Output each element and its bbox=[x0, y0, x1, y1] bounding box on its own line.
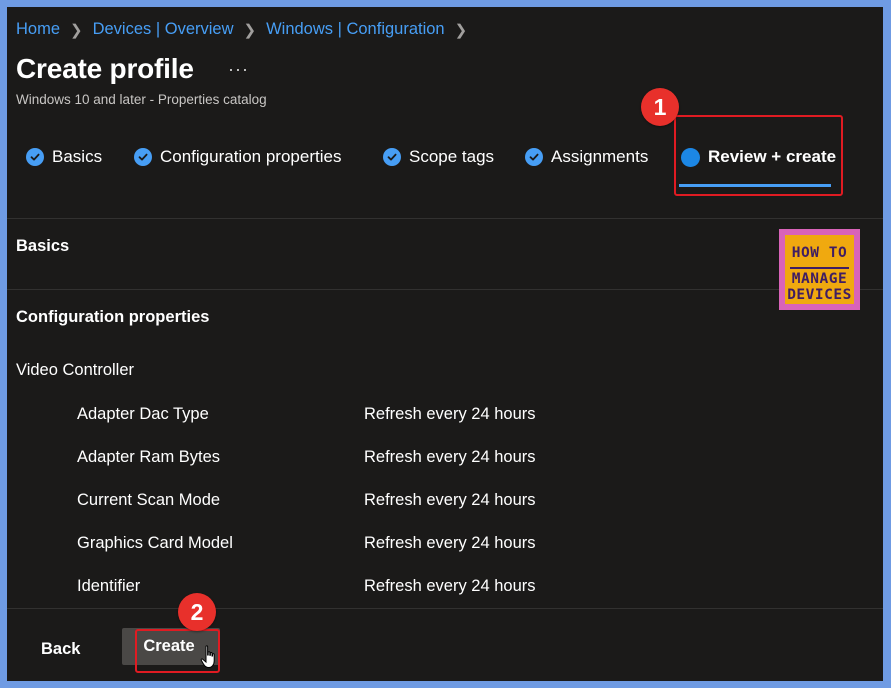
checkmark-icon bbox=[134, 148, 152, 166]
setting-row: Current Scan Mode Refresh every 24 hours bbox=[77, 491, 536, 510]
setting-name: Adapter Ram Bytes bbox=[77, 448, 221, 466]
checkmark-icon bbox=[525, 148, 543, 166]
hand-cursor-icon bbox=[200, 645, 215, 669]
chevron-right-icon: ❯ bbox=[243, 21, 257, 39]
section-heading-configuration: Configuration properties bbox=[16, 308, 210, 326]
step-badge-2: 2 bbox=[178, 593, 216, 631]
setting-name: Graphics Card Model bbox=[77, 534, 233, 552]
checkmark-icon bbox=[26, 148, 44, 166]
setting-name: Adapter Dac Type bbox=[77, 405, 209, 423]
setting-value: Refresh every 24 hours bbox=[364, 534, 536, 552]
breadcrumb-devices-overview[interactable]: Devices | Overview bbox=[93, 20, 234, 39]
setting-row: Adapter Ram Bytes Refresh every 24 hours bbox=[77, 448, 536, 467]
setting-name: Identifier bbox=[77, 577, 141, 595]
setting-value: Refresh every 24 hours bbox=[364, 491, 536, 509]
app-window: Home ❯ Devices | Overview ❯ Windows | Co… bbox=[7, 7, 883, 681]
tab-label: Basics bbox=[52, 147, 103, 166]
divider bbox=[7, 218, 883, 219]
highlight-box-review-create bbox=[674, 115, 843, 196]
divider bbox=[7, 289, 883, 290]
setting-name: Current Scan Mode bbox=[77, 491, 221, 509]
tab-assignments[interactable]: Assignments bbox=[525, 147, 648, 167]
more-options-button[interactable]: ··· bbox=[228, 59, 249, 80]
group-heading-video-controller: Video Controller bbox=[16, 361, 135, 379]
logo-rule bbox=[790, 267, 849, 269]
back-button[interactable]: Back bbox=[41, 640, 80, 659]
step-badge-1: 1 bbox=[641, 88, 679, 126]
checkmark-icon bbox=[383, 148, 401, 166]
setting-row: Identifier Refresh every 24 hours bbox=[77, 577, 536, 596]
tab-label: Assignments bbox=[551, 147, 649, 166]
breadcrumb-windows-configuration[interactable]: Windows | Configuration bbox=[266, 20, 445, 39]
breadcrumb: Home ❯ Devices | Overview ❯ Windows | Co… bbox=[16, 20, 477, 39]
page-title: Create profile bbox=[16, 53, 194, 84]
breadcrumb-home[interactable]: Home bbox=[16, 20, 60, 39]
chevron-right-icon: ❯ bbox=[454, 21, 468, 39]
chevron-right-icon: ❯ bbox=[70, 21, 83, 39]
tab-basics[interactable]: Basics bbox=[26, 147, 102, 167]
tab-label: Scope tags bbox=[409, 147, 495, 166]
setting-value: Refresh every 24 hours bbox=[364, 577, 536, 595]
setting-value: Refresh every 24 hours bbox=[364, 448, 536, 466]
tab-label: Configuration properties bbox=[160, 147, 342, 166]
setting-row: Graphics Card Model Refresh every 24 hou… bbox=[77, 534, 536, 553]
logo-text-line3: DEVICES bbox=[787, 287, 852, 303]
tab-scope-tags[interactable]: Scope tags bbox=[383, 147, 494, 167]
logo-text-line2: MANAGE bbox=[791, 271, 848, 287]
section-heading-basics: Basics bbox=[16, 237, 70, 255]
page-subtitle: Windows 10 and later - Properties catalo… bbox=[16, 92, 267, 107]
setting-row: Adapter Dac Type Refresh every 24 hours bbox=[77, 405, 536, 424]
setting-value: Refresh every 24 hours bbox=[364, 405, 536, 423]
footer-divider bbox=[7, 608, 883, 609]
logo-text-line1: HOW TO bbox=[791, 245, 848, 261]
how-to-manage-devices-logo: HOW TO MANAGE DEVICES bbox=[779, 229, 860, 310]
tab-configuration-properties[interactable]: Configuration properties bbox=[134, 147, 341, 167]
